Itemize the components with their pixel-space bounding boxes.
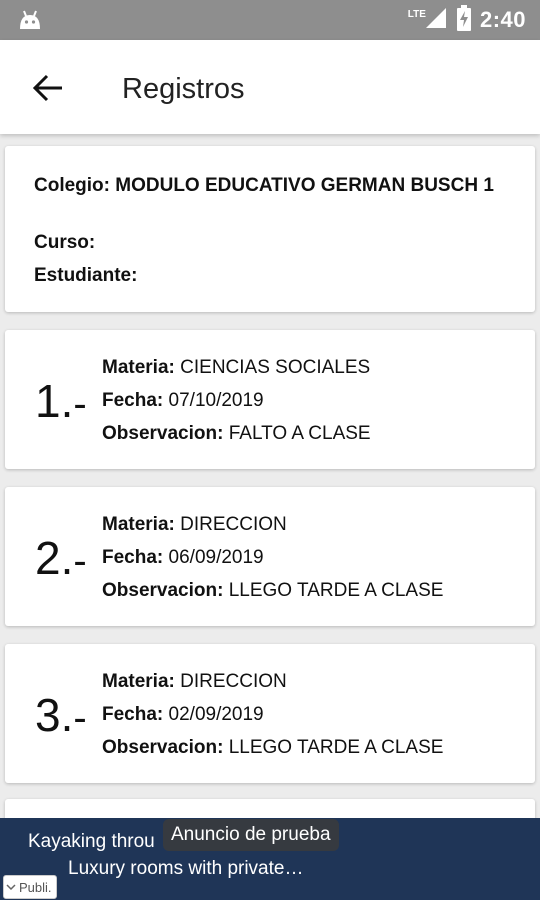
observacion-label: Observacion: <box>102 580 224 601</box>
observacion-label: Observacion: <box>102 737 224 758</box>
fecha-value: 02/09/2019 <box>168 704 264 725</box>
observacion-value: FALTO A CLASE <box>228 423 371 444</box>
ad-description[interactable]: Luxury rooms with private… <box>68 858 303 880</box>
ad-test-label: Anuncio de prueba <box>163 819 339 851</box>
clock: 2:40 <box>479 7 526 32</box>
record-card[interactable]: 3.- Materia: DIRECCION Fecha: 02/09/2019… <box>5 644 535 783</box>
fecha-value: 06/09/2019 <box>168 547 264 568</box>
fecha-row: Fecha: 07/10/2019 <box>102 390 264 412</box>
materia-label: Materia: <box>102 514 175 535</box>
curso-label: Curso: <box>34 232 96 253</box>
materia-label: Materia: <box>102 357 175 378</box>
signal-icon <box>424 6 448 35</box>
observacion-value: LLEGO TARDE A CLASE <box>228 737 444 758</box>
record-number: 1.- <box>35 375 87 427</box>
observacion-row: Observacion: LLEGO TARDE A CLASE <box>102 737 443 759</box>
colegio-label: Colegio: <box>34 175 110 196</box>
arrow-left-icon <box>32 74 62 102</box>
status-icons: LTE 2:40 <box>408 0 526 40</box>
materia-row: Materia: DIRECCION <box>102 671 287 693</box>
estudiante-line: Estudiante: <box>34 265 137 287</box>
school-info-card: Colegio: MODULO EDUCATIVO GERMAN BUSCH 1… <box>5 146 535 312</box>
fecha-value: 07/10/2019 <box>168 390 264 411</box>
page-title: Registros <box>122 73 245 105</box>
status-bar: LTE 2:40 <box>0 0 540 40</box>
curso-line: Curso: <box>34 232 95 254</box>
publi-label: Publi. <box>19 879 52 895</box>
observacion-row: Observacion: LLEGO TARDE A CLASE <box>102 580 443 602</box>
materia-row: Materia: DIRECCION <box>102 514 287 536</box>
estudiante-label: Estudiante: <box>34 265 138 286</box>
ad-headline[interactable]: Kayaking throu <box>28 831 155 853</box>
app-bar: Registros <box>0 40 540 134</box>
materia-value: CIENCIAS SOCIALES <box>180 357 371 378</box>
chevron-down-icon <box>6 884 16 891</box>
colegio-line: Colegio: MODULO EDUCATIVO GERMAN BUSCH 1 <box>34 173 494 199</box>
materia-label: Materia: <box>102 671 175 692</box>
back-button[interactable] <box>28 68 68 108</box>
observacion-row: Observacion: FALTO A CLASE <box>102 423 371 445</box>
colegio-value: MODULO EDUCATIVO GERMAN BUSCH 1 <box>115 175 494 196</box>
network-type: LTE <box>407 8 426 20</box>
fecha-row: Fecha: 02/09/2019 <box>102 704 264 726</box>
materia-value: DIRECCION <box>180 514 287 535</box>
observacion-value: LLEGO TARDE A CLASE <box>228 580 444 601</box>
materia-row: Materia: CIENCIAS SOCIALES <box>102 357 370 379</box>
materia-value: DIRECCION <box>180 671 287 692</box>
record-number: 2.- <box>35 532 87 584</box>
observacion-label: Observacion: <box>102 423 224 444</box>
fecha-row: Fecha: 06/09/2019 <box>102 547 264 569</box>
record-card[interactable]: 2.- Materia: DIRECCION Fecha: 06/09/2019… <box>5 487 535 626</box>
record-number: 3.- <box>35 689 87 741</box>
fecha-label: Fecha: <box>102 547 164 568</box>
battery-icon <box>456 4 472 36</box>
ad-choices-button[interactable]: Publi. <box>3 875 57 899</box>
android-icon <box>18 9 42 36</box>
fecha-label: Fecha: <box>102 390 164 411</box>
record-card[interactable]: 1.- Materia: CIENCIAS SOCIALES Fecha: 07… <box>5 330 535 469</box>
fecha-label: Fecha: <box>102 704 164 725</box>
